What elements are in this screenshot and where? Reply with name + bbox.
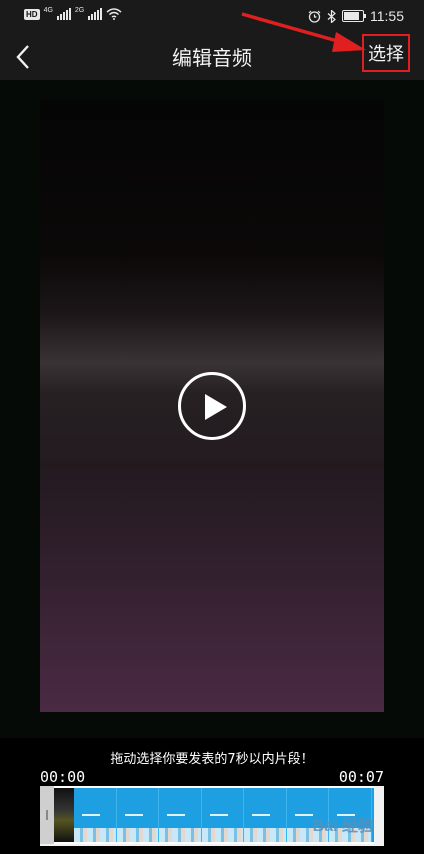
signal-icon-2	[88, 8, 103, 20]
sim1-label: 4G	[43, 6, 53, 14]
end-time: 00:07	[338, 768, 384, 786]
clock: 11:55	[370, 8, 404, 24]
annotation-arrow-icon	[241, 12, 366, 52]
frame-thumbnail	[244, 788, 287, 842]
status-left: HD 4G 2G	[24, 6, 122, 20]
timeline-strip[interactable]: Bai 经验	[40, 786, 384, 846]
frame-thumbnail	[201, 788, 245, 842]
trim-panel: 拖动选择你要发表的7秒以内片段！ 00:00 00:07 Bai 经验	[0, 738, 424, 854]
wifi-icon	[106, 8, 122, 20]
watermark-logo: Bai 经验	[312, 818, 374, 835]
play-button[interactable]	[178, 372, 246, 440]
frame-thumbnail	[116, 788, 160, 842]
play-icon	[205, 394, 227, 420]
app-screen: HD 4G 2G 11:55 编辑音频 选择 拖动选择你要发表的7秒以内片段！ …	[0, 0, 424, 854]
sim2-label: 2G	[74, 6, 85, 14]
frame-thumbnail	[74, 788, 117, 842]
start-time: 00:00	[40, 768, 86, 786]
hd-badge: HD	[24, 8, 40, 20]
signal-icon	[56, 8, 71, 20]
frame-thumbnail	[54, 788, 74, 842]
trim-hint: 拖动选择你要发表的7秒以内片段！	[110, 752, 314, 767]
video-preview[interactable]	[40, 100, 384, 712]
trim-handle-left[interactable]	[40, 786, 55, 844]
frame-thumbnail	[159, 788, 202, 842]
